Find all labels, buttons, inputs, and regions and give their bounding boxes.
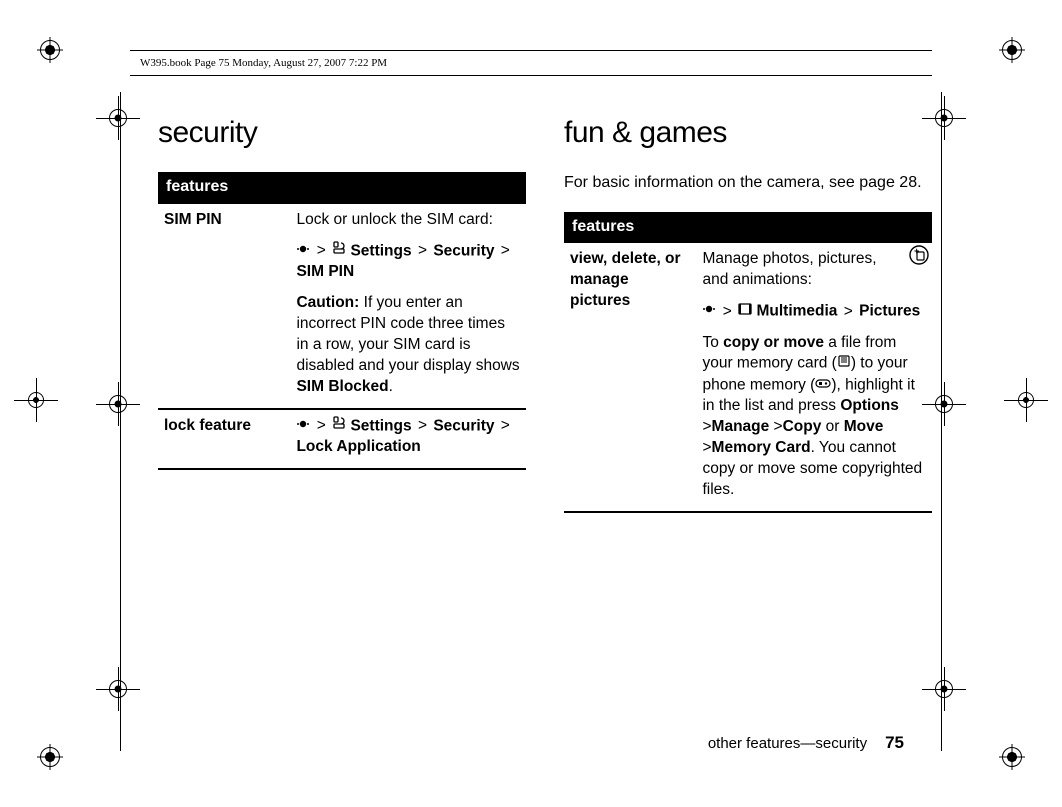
row-label-lock-feature: lock feature (158, 409, 290, 469)
page-number: 75 (885, 733, 904, 753)
manage-pictures-intro: Manage photos, pictures, and animations: (702, 249, 926, 291)
crop-mark-icon (40, 40, 60, 60)
row-desc-lock-feature: > Settings > Security > Lock Application (290, 409, 526, 469)
running-head: W395.book Page 75 Monday, August 27, 200… (130, 50, 932, 76)
registration-cross-icon (14, 378, 58, 422)
settings-icon (332, 241, 346, 262)
row-label-sim-pin: SIM PIN (158, 203, 290, 409)
center-key-icon (296, 241, 310, 262)
camera-intro: For basic information on the camera, see… (564, 172, 932, 194)
heading-fun-games: fun & games (564, 116, 932, 150)
optional-feature-icon: + (908, 245, 930, 272)
table-header: features (158, 172, 526, 203)
row-desc-sim-pin: Lock or unlock the SIM card: > Settings … (290, 203, 526, 409)
column-left: security features SIM PIN Lock or unlock… (158, 116, 526, 717)
crop-mark-icon (1002, 747, 1022, 767)
crop-mark-icon (1002, 40, 1022, 60)
manage-pictures-nav: > Multimedia > Pictures (702, 301, 926, 322)
phone-memory-icon (815, 375, 831, 396)
table-header: features (564, 212, 932, 243)
features-table-fun: features view, delete, or manage picture… (564, 212, 932, 513)
column-right: fun & games For basic information on the… (564, 116, 932, 717)
footer-section: other features—security (708, 735, 867, 752)
registration-cross-icon (1004, 378, 1048, 422)
lock-feature-nav: > Settings > Security > Lock Application (296, 416, 520, 458)
row-label-manage-pictures: view, delete, or manage pictures (564, 242, 696, 512)
center-key-icon (702, 301, 716, 322)
multimedia-icon (738, 301, 752, 322)
sim-pin-nav: > Settings > Security > SIM PIN (296, 241, 520, 283)
heading-security: security (158, 116, 526, 150)
page-content: security features SIM PIN Lock or unlock… (158, 116, 932, 717)
center-key-icon (296, 416, 310, 437)
crop-mark-icon (40, 747, 60, 767)
features-table-security: features SIM PIN Lock or unlock the SIM … (158, 172, 526, 470)
memory-card-icon (837, 353, 851, 374)
page-footer: other features—security 75 (708, 733, 904, 753)
sim-pin-intro: Lock or unlock the SIM card: (296, 210, 520, 231)
row-desc-manage-pictures: + Manage photos, pictures, and animation… (696, 242, 932, 512)
manage-pictures-body: To copy or move a file from your memory … (702, 333, 926, 502)
sim-pin-caution: Caution: If you enter an incorrect PIN c… (296, 293, 520, 398)
settings-icon (332, 416, 346, 437)
